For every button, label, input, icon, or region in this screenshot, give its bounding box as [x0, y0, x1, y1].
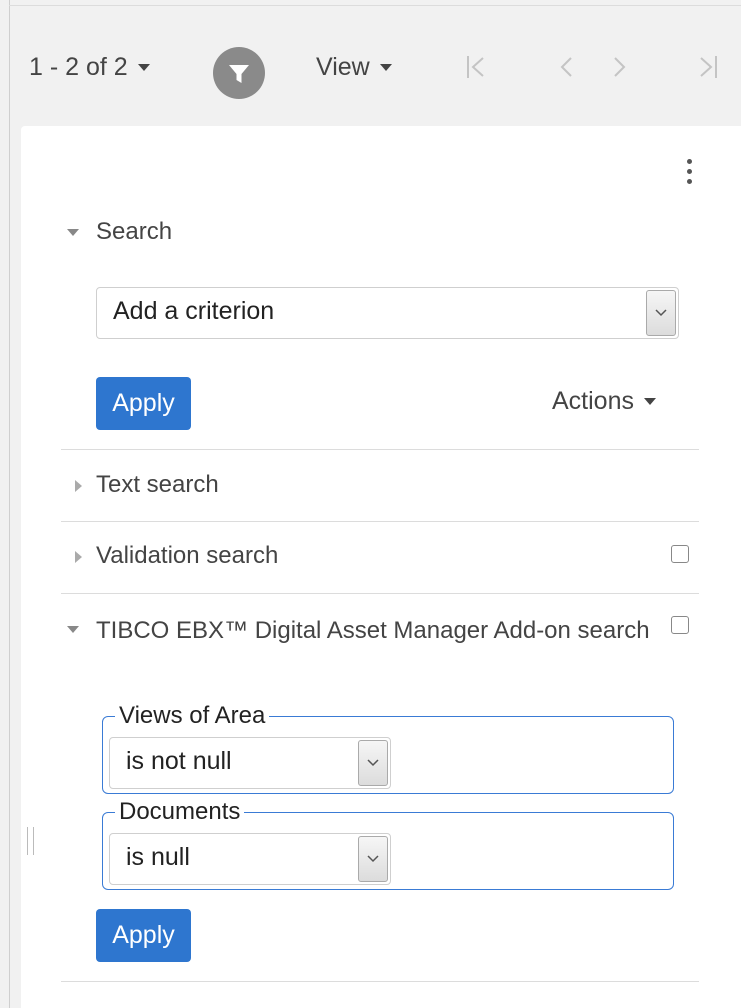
select-arrow-button[interactable] — [646, 290, 676, 336]
prev-page-icon[interactable] — [558, 52, 576, 82]
dam-search-checkbox[interactable] — [671, 616, 689, 634]
validation-search-checkbox[interactable] — [671, 545, 689, 563]
documents-value: is null — [126, 843, 190, 871]
collapse-icon — [67, 229, 79, 236]
divider — [61, 593, 699, 594]
select-arrow-button[interactable] — [358, 836, 388, 882]
window-left-border — [9, 0, 10, 1008]
view-dropdown[interactable]: View — [316, 53, 392, 82]
dam-search-title: TIBCO EBX™ Digital Asset Manager Add-on … — [96, 617, 650, 644]
divider — [61, 521, 699, 522]
criterion-select[interactable]: Add a criterion — [96, 287, 679, 339]
apply-dam-search-button[interactable]: Apply — [96, 909, 191, 962]
views-of-area-select[interactable]: is not null — [109, 737, 391, 789]
select-arrow-button[interactable] — [358, 740, 388, 786]
view-label: View — [316, 53, 370, 81]
expand-icon — [75, 480, 82, 492]
criterion-select-value: Add a criterion — [113, 297, 275, 325]
expand-icon — [75, 551, 82, 563]
filter-button[interactable] — [213, 47, 265, 99]
caret-down-icon — [643, 398, 656, 405]
caret-down-icon — [137, 64, 150, 71]
first-page-icon[interactable] — [465, 52, 487, 82]
caret-down-icon — [379, 64, 392, 71]
documents-select[interactable]: is null — [109, 833, 391, 885]
divider — [61, 981, 699, 982]
search-section-title: Search — [96, 218, 173, 245]
apply-search-button[interactable]: Apply — [96, 377, 191, 430]
validation-search-title: Validation search — [96, 542, 279, 569]
pagination-label: 1 - 2 of 2 — [29, 53, 128, 81]
resize-handle[interactable] — [27, 827, 34, 855]
text-search-title: Text search — [96, 471, 219, 498]
search-panel: Search Add a criterion Apply Actions Tex… — [21, 126, 741, 1008]
pagination-dropdown[interactable]: 1 - 2 of 2 — [29, 53, 150, 82]
chevron-down-icon — [367, 759, 379, 767]
actions-label: Actions — [552, 387, 634, 415]
views-of-area-fieldset: Views of Area is not null — [102, 703, 674, 794]
divider — [61, 449, 699, 450]
documents-label: Documents — [115, 799, 245, 825]
next-page-icon[interactable] — [610, 52, 628, 82]
kebab-menu-icon[interactable] — [682, 157, 696, 187]
filter-icon — [229, 65, 249, 83]
documents-fieldset: Documents is null — [102, 799, 674, 890]
views-of-area-value: is not null — [126, 747, 232, 775]
last-page-icon[interactable] — [697, 52, 719, 82]
chevron-down-icon — [655, 309, 667, 317]
table-toolbar: 1 - 2 of 2 View — [10, 6, 741, 126]
views-of-area-label: Views of Area — [115, 703, 270, 729]
chevron-down-icon — [367, 855, 379, 863]
actions-dropdown[interactable]: Actions — [552, 387, 656, 416]
